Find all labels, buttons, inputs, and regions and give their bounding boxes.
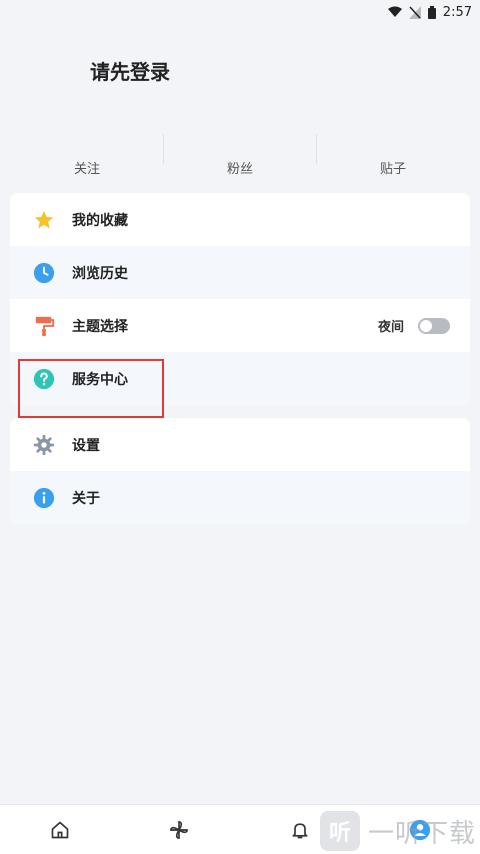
login-prompt[interactable]: 请先登录 <box>90 56 170 85</box>
stat-divider <box>163 134 164 164</box>
watermark-logo: 听 <box>320 811 360 851</box>
highlight-annotation <box>18 359 164 418</box>
paint-roller-icon <box>32 314 56 338</box>
menu-label: 主题选择 <box>72 318 128 335</box>
menu-item-history[interactable]: 浏览历史 <box>10 246 470 299</box>
menu-item-settings[interactable]: 设置 <box>10 418 470 471</box>
no-signal-icon <box>408 5 421 19</box>
menu-item-favorites[interactable]: 我的收藏 <box>10 193 470 246</box>
menu-item-theme[interactable]: 主题选择 夜间 <box>10 299 470 352</box>
night-mode-label: 夜间 <box>377 320 404 335</box>
status-bar: 2:57 <box>0 0 480 24</box>
stat-posts[interactable]: 贴子 <box>333 158 453 177</box>
watermark: 听 一听下载 <box>320 808 480 854</box>
stat-divider <box>316 134 317 164</box>
home-icon[interactable] <box>47 817 73 843</box>
profile-stats: 关注 粉丝 贴子 <box>10 130 470 180</box>
star-icon <box>32 208 56 232</box>
status-time: 2:57 <box>442 4 472 20</box>
info-icon <box>32 486 56 510</box>
stat-following[interactable]: 关注 <box>27 158 147 177</box>
clock-icon <box>32 261 56 285</box>
bell-icon[interactable] <box>287 817 313 843</box>
watermark-text: 一听下载 <box>368 818 477 849</box>
night-mode-control: 夜间 <box>378 299 450 352</box>
menu-label: 设置 <box>72 437 100 454</box>
menu-label: 浏览历史 <box>72 265 128 282</box>
pinwheel-icon[interactable] <box>166 817 192 843</box>
battery-icon <box>427 5 436 19</box>
menu-label: 关于 <box>72 490 100 507</box>
menu-card-secondary: 设置 关于 <box>10 418 470 524</box>
toggle-knob <box>420 319 432 332</box>
night-mode-toggle[interactable] <box>418 317 450 334</box>
menu-label: 我的收藏 <box>72 212 128 229</box>
stat-fans[interactable]: 粉丝 <box>180 158 300 177</box>
gear-icon <box>32 433 56 457</box>
menu-item-about[interactable]: 关于 <box>10 471 470 524</box>
wifi-icon <box>387 6 402 18</box>
